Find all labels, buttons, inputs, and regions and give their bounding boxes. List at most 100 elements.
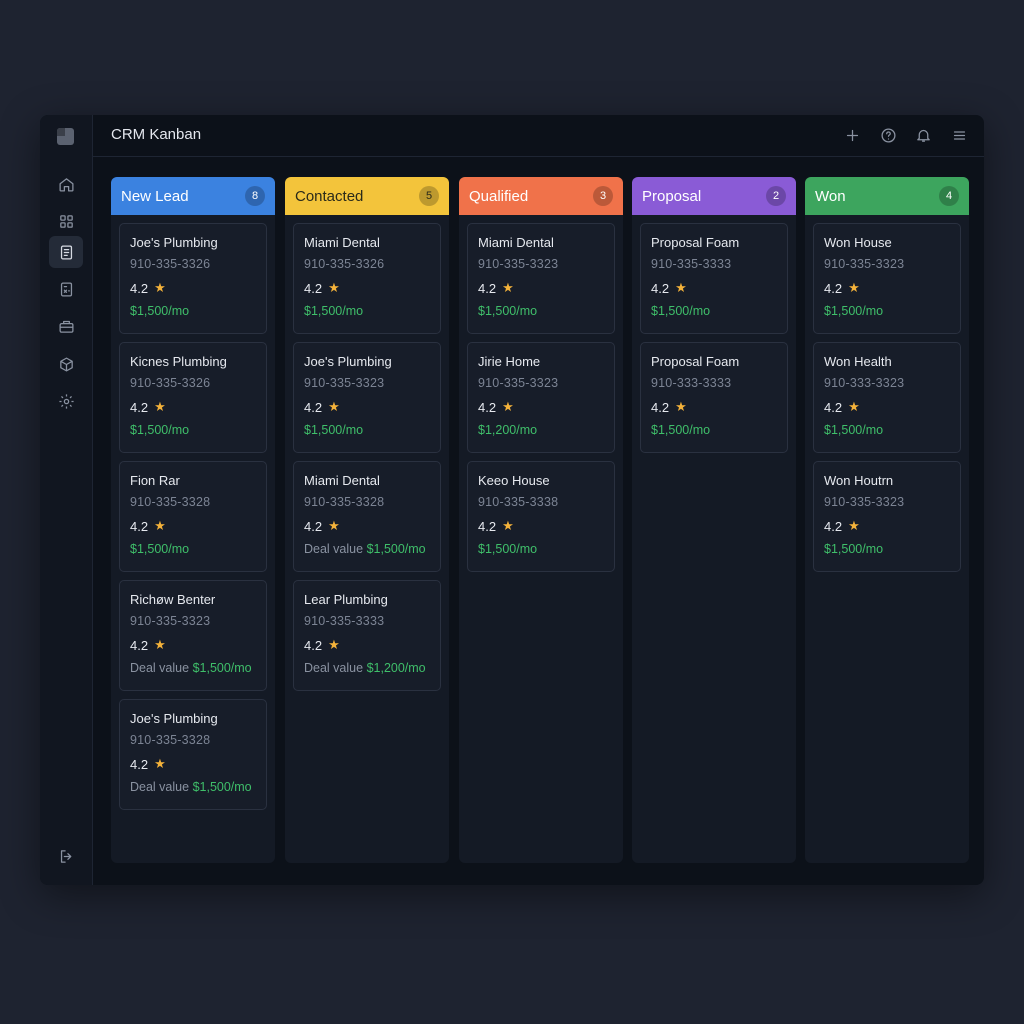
plus-icon[interactable]	[842, 125, 862, 145]
deal-value: $1,500/mo	[824, 304, 950, 318]
count-badge: 2	[766, 186, 786, 206]
lead-card[interactable]: Proposal Foam 910-333-3333 4.2 ★ $1,500/mo	[640, 342, 788, 453]
lead-rating: 4.2 ★	[130, 636, 256, 654]
column-header[interactable]: Contacted 5	[285, 177, 449, 215]
lead-rating: 4.2 ★	[130, 398, 256, 416]
calculator-icon[interactable]	[49, 273, 83, 305]
rating-value: 4.2	[824, 280, 843, 296]
lead-name: Won House	[824, 235, 892, 250]
rating-value: 4.2	[824, 399, 843, 415]
deal-value-label: Deal value	[304, 542, 364, 556]
star-icon: ★	[328, 399, 340, 414]
count-badge: 4	[939, 186, 959, 206]
deal-amount: $1,500/mo	[130, 542, 190, 556]
card-list: Won House 910-335-3323 4.2 ★ $1,500/mo Won He…	[805, 215, 969, 572]
lead-card[interactable]: Proposal Foam 910-335-3333 4.2 ★ $1,500/mo	[640, 223, 788, 334]
lead-rating: 4.2 ★	[304, 636, 430, 654]
star-icon: ★	[154, 756, 166, 771]
lead-card[interactable]: Miami Dental 910-335-3326 4.2 ★ $1,500/mo	[293, 223, 441, 334]
rating-value: 4.2	[651, 399, 670, 415]
deal-amount: $1,500/mo	[130, 304, 190, 318]
bell-icon[interactable]	[913, 125, 933, 145]
lead-phone: 910-335-3323	[130, 614, 211, 628]
document-icon[interactable]	[49, 236, 83, 268]
deal-amount: $1,500/mo	[192, 780, 252, 794]
help-icon[interactable]	[878, 125, 898, 145]
lead-name: Richøw Benter	[130, 592, 216, 607]
star-icon: ★	[848, 518, 860, 533]
deal-value: $1,500/mo	[651, 304, 777, 318]
lead-card[interactable]: Won House 910-335-3323 4.2 ★ $1,500/mo	[813, 223, 961, 334]
lead-card[interactable]: Lear Plumbing 910-335-3333 4.2 ★ Deal value …	[293, 580, 441, 691]
lead-card[interactable]: Joe's Plumbing 910-335-3326 4.2 ★ $1,500/mo	[119, 223, 267, 334]
rating-value: 4.2	[304, 280, 323, 296]
lead-rating: 4.2 ★	[304, 517, 430, 535]
column-header[interactable]: Proposal 2	[632, 177, 796, 215]
lead-name: Lear Plumbing	[304, 592, 388, 607]
star-icon: ★	[848, 280, 860, 295]
count-badge: 3	[593, 186, 613, 206]
lead-phone: 910-335-3323	[824, 495, 905, 509]
deal-amount: $1,200/mo	[366, 661, 426, 675]
deal-amount: $1,500/mo	[478, 304, 538, 318]
lead-card[interactable]: Keeo House 910-335-3338 4.2 ★ $1,500/mo	[467, 461, 615, 572]
lead-card[interactable]: Richøw Benter 910-335-3323 4.2 ★ Deal value …	[119, 580, 267, 691]
rating-value: 4.2	[130, 637, 149, 653]
grid-icon[interactable]	[49, 205, 83, 237]
lead-name: Keeo House	[478, 473, 550, 488]
menu-icon[interactable]	[949, 125, 969, 145]
column-header[interactable]: New Lead 8	[111, 177, 275, 215]
lead-name: Kicnes Plumbing	[130, 354, 227, 369]
deal-value: $1,500/mo	[130, 304, 256, 318]
deal-value: Deal value $1,500/mo	[130, 780, 256, 794]
lead-name: Joe's Plumbing	[130, 235, 218, 250]
lead-card[interactable]: Miami Dental 910-335-3323 4.2 ★ $1,500/mo	[467, 223, 615, 334]
column-title: Contacted	[295, 187, 364, 205]
column-header[interactable]: Won 4	[805, 177, 969, 215]
lead-card[interactable]: Jirie Home 910-335-3323 4.2 ★ $1,200/mo	[467, 342, 615, 453]
lead-rating: 4.2 ★	[478, 398, 604, 416]
deal-value: $1,500/mo	[478, 542, 604, 556]
column-contacted: Contacted 5 Miami Dental 910-335-3326 4.2 ★ $1…	[285, 177, 449, 863]
box-icon[interactable]	[49, 348, 83, 380]
star-icon: ★	[154, 280, 166, 295]
rating-value: 4.2	[130, 518, 149, 534]
lead-phone: 910-335-3328	[304, 495, 385, 509]
lead-card[interactable]: Won Houtrn 910-335-3323 4.2 ★ $1,500/mo	[813, 461, 961, 572]
card-list: Joe's Plumbing 910-335-3326 4.2 ★ $1,500/mo K…	[111, 215, 275, 810]
lead-phone: 910-335-3328	[130, 495, 211, 509]
deal-value-label: Deal value	[130, 661, 190, 675]
card-list: Miami Dental 910-335-3326 4.2 ★ $1,500/mo Joe…	[285, 215, 449, 691]
lead-rating: 4.2 ★	[130, 279, 256, 297]
gear-icon[interactable]	[49, 385, 83, 417]
lead-card[interactable]: Won Health 910-333-3323 4.2 ★ $1,500/mo	[813, 342, 961, 453]
lead-phone: 910-333-3323	[824, 376, 905, 390]
lead-rating: 4.2 ★	[824, 279, 950, 297]
deal-value: $1,500/mo	[304, 423, 430, 437]
lead-card[interactable]: Kicnes Plumbing 910-335-3326 4.2 ★ $1,500/mo	[119, 342, 267, 453]
deal-amount: $1,500/mo	[304, 304, 364, 318]
column-won: Won 4 Won House 910-335-3323 4.2 ★ $1,500/mo Wo…	[805, 177, 969, 863]
logout-icon[interactable]	[49, 840, 83, 872]
lead-card[interactable]: Fion Rar 910-335-3328 4.2 ★ $1,500/mo	[119, 461, 267, 572]
deal-amount: $1,500/mo	[824, 304, 884, 318]
column-header[interactable]: Qualified 3	[459, 177, 623, 215]
deal-value: $1,500/mo	[824, 423, 950, 437]
lead-phone: 910-335-3326	[130, 376, 211, 390]
lead-card[interactable]: Miami Dental 910-335-3328 4.2 ★ Deal value $…	[293, 461, 441, 572]
lead-card[interactable]: Joe's Plumbing 910-335-3328 4.2 ★ Deal value…	[119, 699, 267, 810]
star-icon: ★	[675, 399, 687, 414]
lead-name: Jirie Home	[478, 354, 541, 369]
lead-name: Miami Dental	[304, 473, 380, 488]
top-bar: CRM Kanban	[92, 115, 984, 157]
deal-amount: $1,500/mo	[130, 423, 190, 437]
lead-rating: 4.2 ★	[824, 398, 950, 416]
lead-rating: 4.2 ★	[130, 517, 256, 535]
lead-card[interactable]: Joe's Plumbing 910-335-3323 4.2 ★ $1,500/mo	[293, 342, 441, 453]
count-badge: 5	[419, 186, 439, 206]
star-icon: ★	[154, 518, 166, 533]
deal-value: $1,500/mo	[130, 423, 256, 437]
home-icon[interactable]	[49, 168, 83, 200]
briefcase-icon[interactable]	[49, 310, 83, 342]
lead-rating: 4.2 ★	[651, 398, 777, 416]
